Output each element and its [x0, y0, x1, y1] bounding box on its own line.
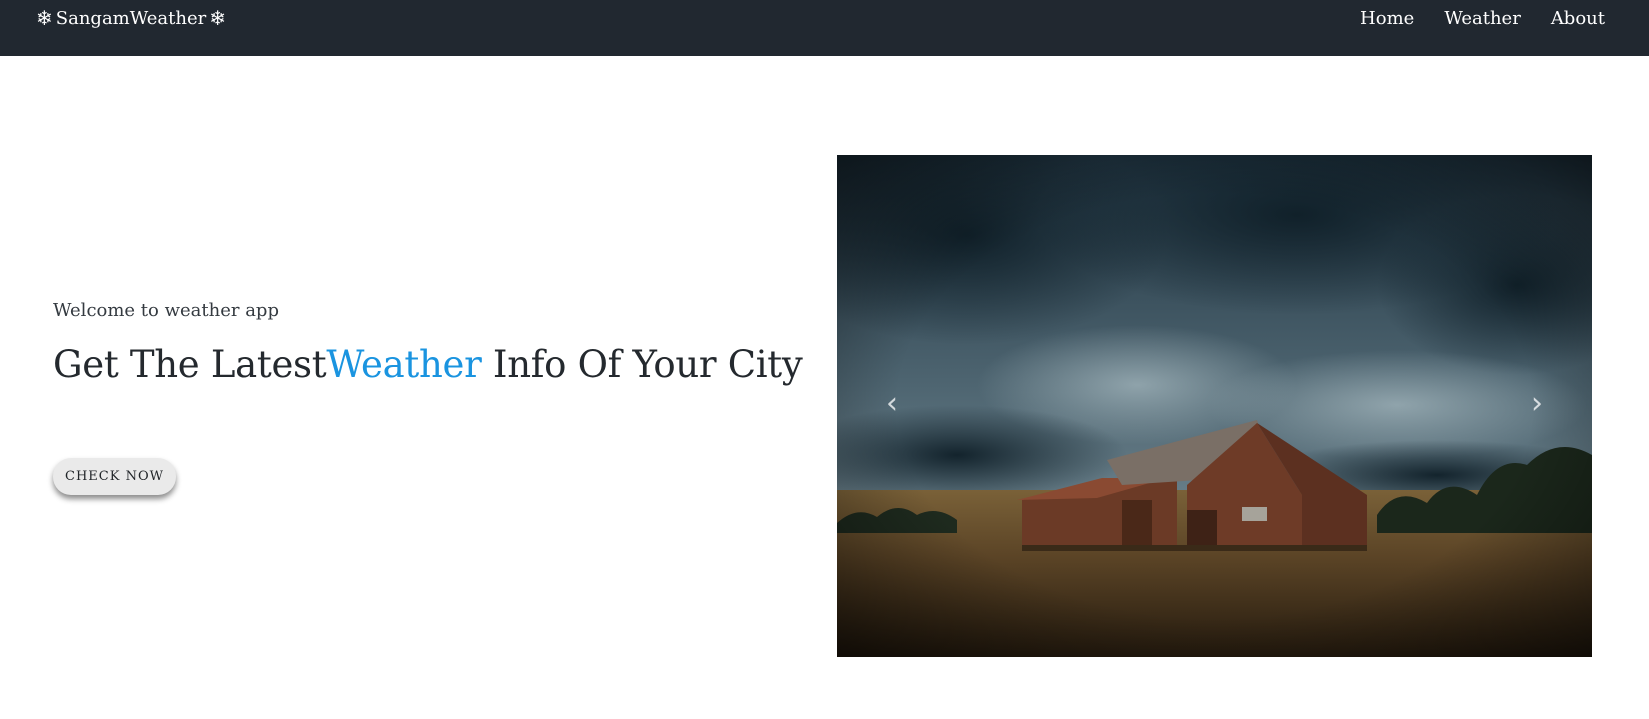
carousel-next-button[interactable]: › [1517, 383, 1557, 423]
chevron-left-icon: ‹ [886, 385, 898, 421]
snowflake-icon: ❄ [36, 6, 53, 30]
hero-headline: Get The LatestWeather Info Of Your City [53, 343, 803, 386]
welcome-text: Welcome to weather app [53, 300, 279, 321]
carousel-prev-button[interactable]: ‹ [872, 383, 912, 423]
headline-accent: Weather [326, 343, 482, 386]
chevron-right-icon: › [1531, 385, 1543, 421]
snowflake-icon: ❄ [209, 6, 227, 30]
image-carousel: ‹ › [837, 155, 1592, 657]
brand-name: SangamWeather [55, 7, 207, 29]
check-now-button[interactable]: CHECK NOW [53, 458, 176, 495]
brand-link[interactable]: ❄ SangamWeather ❄ [36, 5, 226, 31]
nav-links: Home Weather About [1360, 5, 1605, 31]
headline-post: Info Of Your City [481, 343, 803, 386]
headline-pre: Get The Latest [53, 343, 327, 386]
navbar: ❄ SangamWeather ❄ Home Weather About [0, 0, 1649, 56]
nav-about[interactable]: About [1551, 8, 1605, 29]
nav-weather[interactable]: Weather [1444, 8, 1521, 29]
nav-home[interactable]: Home [1360, 8, 1414, 29]
hero-section: Welcome to weather app Get The LatestWea… [53, 300, 803, 495]
barn-storm-image [837, 155, 1592, 657]
